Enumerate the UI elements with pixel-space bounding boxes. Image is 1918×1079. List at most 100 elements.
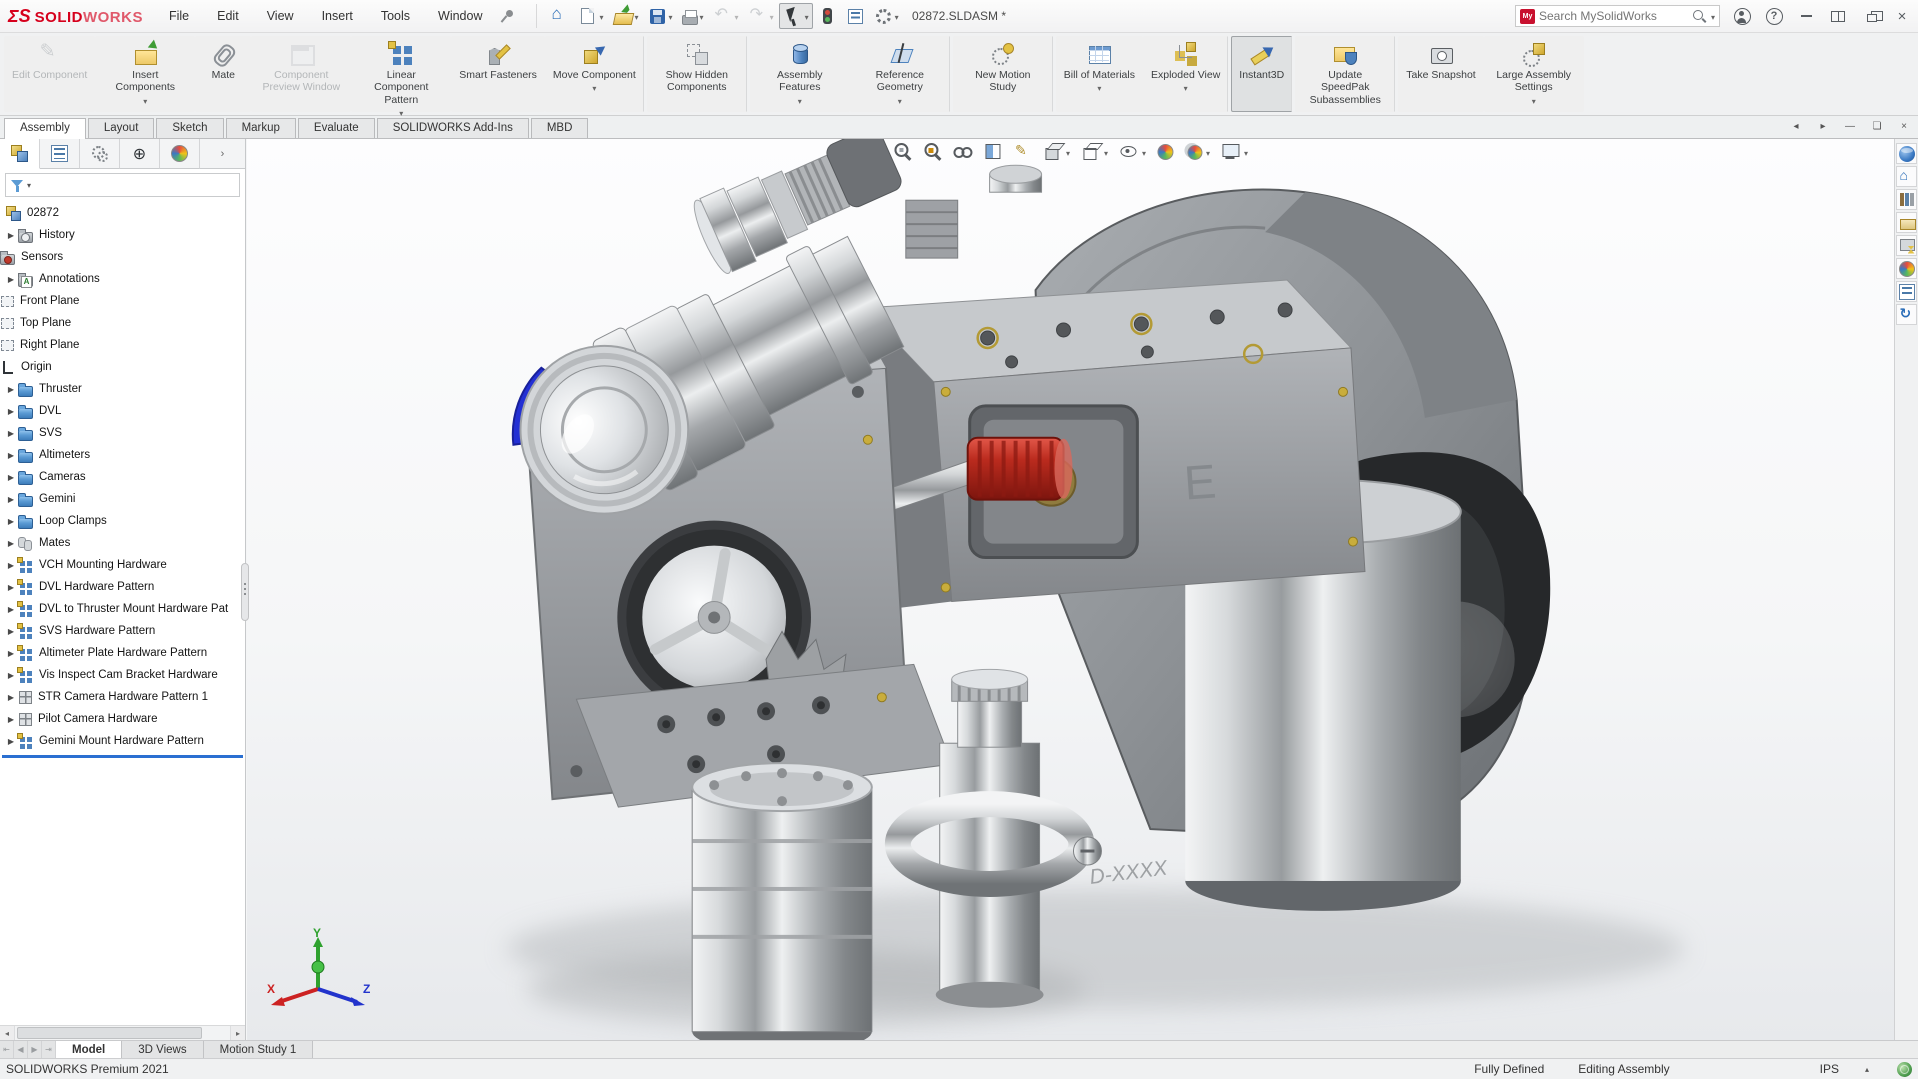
dropdown-arrow-icon[interactable] [1142, 145, 1146, 159]
command-tab[interactable]: Assembly [4, 118, 86, 139]
scroll-right-arrow-icon[interactable]: ▸ [230, 1026, 245, 1040]
menu-item[interactable]: Window [438, 9, 482, 23]
tree-item[interactable]: ▶ Origin [0, 356, 245, 378]
file-properties-button[interactable] [842, 3, 869, 29]
ribbon-button[interactable]: Bill of Materials [1056, 36, 1143, 112]
dropdown-arrow-icon[interactable] [700, 9, 704, 23]
zoom-to-fit-button[interactable] [891, 141, 914, 162]
dropdown-arrow-icon[interactable] [669, 9, 673, 23]
bottom-tab[interactable]: 3D Views [122, 1041, 203, 1058]
hide-show-items-button[interactable] [1117, 141, 1148, 162]
dropdown-arrow-icon[interactable] [1532, 95, 1536, 107]
rollback-bar[interactable] [2, 755, 243, 758]
menu-item[interactable]: Tools [381, 9, 410, 23]
panel-splitter-handle[interactable] [241, 563, 249, 621]
view-palette-tab[interactable] [1896, 235, 1917, 256]
edit-appearance-button[interactable] [1155, 142, 1175, 161]
tree-horizontal-scrollbar[interactable]: ◂ ▸ [0, 1025, 245, 1040]
command-tab[interactable]: Layout [88, 118, 155, 138]
restore-document-button[interactable]: ❏ [1869, 118, 1885, 134]
ribbon-button[interactable]: Assembly Features [750, 36, 850, 112]
tree-root-item[interactable]: 02872 [0, 202, 245, 224]
dropdown-arrow-icon[interactable] [143, 95, 147, 107]
dropdown-arrow-icon[interactable] [735, 9, 739, 23]
expand-arrow-icon[interactable]: ▶ [4, 473, 18, 482]
expand-pane-button[interactable]: › [200, 139, 245, 169]
ribbon-button[interactable]: Linear Component Pattern [351, 36, 451, 112]
tree-item[interactable]: ▶ DVL to Thruster Mount Hardware Pat [0, 598, 245, 620]
tree-item[interactable]: ▶ SVS Hardware Pattern [0, 620, 245, 642]
tree-item[interactable]: ▶ Thruster [0, 378, 245, 400]
command-tab[interactable]: Sketch [156, 118, 223, 138]
filter-funnel-icon[interactable] [10, 178, 24, 193]
expand-arrow-icon[interactable]: ▶ [4, 407, 18, 416]
login-button[interactable] [1732, 6, 1752, 26]
expand-arrow-icon[interactable]: ▶ [4, 583, 18, 592]
ribbon-button[interactable]: Update SpeedPak Subassemblies [1295, 36, 1395, 112]
minimize-document-button[interactable]: — [1842, 118, 1858, 134]
search-box[interactable]: My [1515, 5, 1720, 27]
select-button[interactable] [779, 3, 813, 29]
bottom-tab[interactable]: Motion Study 1 [204, 1041, 314, 1058]
dropdown-arrow-icon[interactable] [1184, 82, 1188, 94]
model-3d-view[interactable]: D-XXXX E [247, 139, 1894, 1040]
ribbon-button[interactable]: Take Snapshot [1398, 36, 1483, 112]
help-button[interactable]: ? [1764, 6, 1784, 26]
tree-item[interactable]: ▶ Altimeters [0, 444, 245, 466]
apply-scene-button[interactable] [1182, 142, 1212, 161]
dropdown-arrow-icon[interactable] [599, 9, 603, 23]
ribbon-button[interactable]: Edit Component [4, 36, 95, 112]
propertymanager-tab[interactable] [40, 139, 80, 169]
dropdown-arrow-icon[interactable] [1097, 82, 1101, 94]
solidworks-resources-tab[interactable] [1896, 143, 1917, 164]
view-settings-button[interactable] [1219, 141, 1250, 162]
expand-arrow-icon[interactable]: ▶ [4, 385, 18, 394]
expand-arrow-icon[interactable]: ▶ [4, 451, 18, 460]
tree-item[interactable]: ▶ Cameras [0, 466, 245, 488]
tree-item[interactable]: ▶ Right Plane [0, 334, 245, 356]
search-input[interactable] [1539, 9, 1689, 23]
dropdown-arrow-icon[interactable] [898, 95, 902, 107]
dropdown-arrow-icon[interactable] [1244, 145, 1248, 159]
expand-arrow-icon[interactable]: ▶ [4, 539, 18, 548]
command-tab[interactable]: MBD [531, 118, 589, 138]
close-button[interactable]: × [1892, 6, 1912, 26]
tree-item[interactable]: ▶ SVS [0, 422, 245, 444]
redo-button[interactable] [744, 3, 778, 29]
file-explorer-tab[interactable] [1896, 212, 1917, 233]
home-tab[interactable] [1896, 166, 1917, 187]
tree-item[interactable]: ▶ Loop Clamps [0, 510, 245, 532]
tree-item[interactable]: ▶ Gemini [0, 488, 245, 510]
tile-windows-button[interactable] [1828, 6, 1848, 26]
menu-item[interactable]: View [267, 9, 294, 23]
ribbon-button[interactable]: Exploded View [1143, 36, 1228, 112]
graphics-viewport[interactable]: D-XXXX E [247, 139, 1894, 1040]
ribbon-button[interactable]: Mate [195, 36, 251, 112]
displaymanager-tab[interactable] [160, 139, 200, 169]
expand-arrow-icon[interactable]: ▶ [4, 495, 18, 504]
first-tab-button[interactable]: ⇤ [0, 1041, 14, 1058]
expand-arrow-icon[interactable]: ▶ [4, 517, 18, 526]
expand-arrow-icon[interactable]: ▶ [4, 561, 18, 570]
open-button[interactable] [609, 3, 643, 29]
cascade-windows-button[interactable] [1860, 6, 1880, 26]
new-document-button[interactable] [574, 3, 607, 29]
menu-item[interactable]: Insert [322, 9, 353, 23]
expand-arrow-icon[interactable]: ▶ [4, 275, 18, 284]
previous-view-button[interactable] [951, 141, 974, 162]
display-style-button[interactable] [1079, 141, 1110, 162]
ribbon-button[interactable]: New Motion Study [953, 36, 1053, 112]
ribbon-button[interactable]: Component Preview Window [251, 36, 351, 112]
tree-item[interactable]: ▶ DVL [0, 400, 245, 422]
expand-arrow-icon[interactable]: ▶ [4, 715, 18, 724]
scrollbar-thumb[interactable] [17, 1027, 202, 1039]
undo-button[interactable] [709, 3, 743, 29]
close-document-button[interactable]: × [1896, 118, 1912, 134]
home-button[interactable] [545, 3, 573, 29]
section-view-button[interactable] [981, 141, 1004, 162]
dimxpertmanager-tab[interactable]: ⊕ [120, 139, 160, 169]
tree-item[interactable]: ▶ Front Plane [0, 290, 245, 312]
dropdown-arrow-icon[interactable] [1206, 145, 1210, 159]
tree-item[interactable]: ▶ Annotations [0, 268, 245, 290]
previous-window-button[interactable]: ◂ [1788, 118, 1804, 134]
